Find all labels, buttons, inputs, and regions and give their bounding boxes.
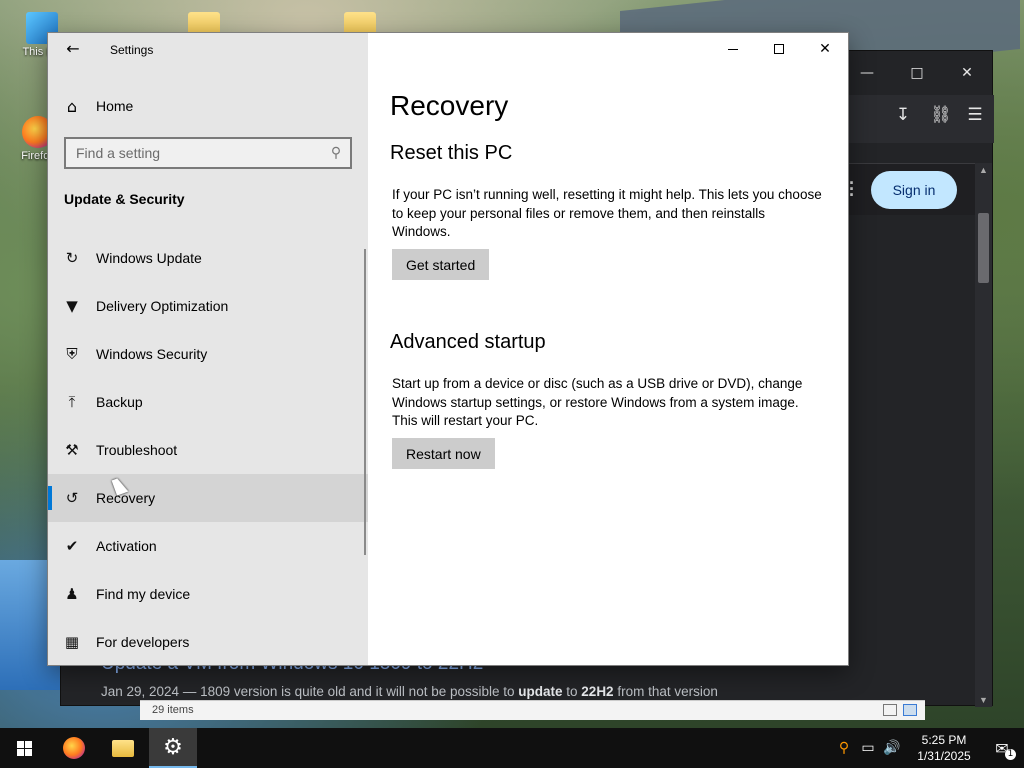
window-title: Settings (110, 43, 154, 57)
menu-icon[interactable]: ☰ (966, 105, 984, 127)
search-input[interactable] (76, 145, 322, 161)
snippet-text: to (562, 684, 582, 699)
settings-content-pane: ✕ Recovery Reset this PC If your PC isn’… (368, 33, 848, 665)
search-key-icon[interactable]: ⚲ (832, 740, 856, 756)
snippet-text: from that version (613, 684, 718, 699)
scroll-up-icon[interactable]: ▲ (975, 165, 992, 175)
maximize-icon (774, 44, 784, 54)
backup-arrow-icon: ⤒ (68, 393, 76, 411)
taskbar-firefox[interactable] (50, 728, 98, 768)
clock-time: 5:25 PM (921, 733, 967, 747)
settings-nav-pane: ← Settings ⌂ Home ⚲ Update & Security ↻ … (48, 33, 368, 665)
reset-pc-description: If your PC isn’t running well, resetting… (392, 187, 822, 239)
page-title: Recovery (390, 90, 509, 121)
notification-badge: 1 (1005, 749, 1016, 760)
sidebar-item-label: Windows Security (96, 346, 208, 362)
sidebar-item-delivery-optimization[interactable]: ▼ Delivery Optimization (48, 282, 368, 330)
gear-icon: ⚙ (163, 734, 183, 760)
network-icon[interactable]: ▭ (856, 740, 880, 756)
snippet-bold: update (518, 684, 563, 699)
person-pin-icon: ♟ (65, 585, 79, 603)
sign-in-button[interactable]: Sign in (871, 171, 957, 209)
refresh-icon: ↻ (65, 249, 79, 267)
sidebar-item-label: Delivery Optimization (96, 298, 229, 314)
advanced-startup-heading: Advanced startup (390, 331, 546, 353)
advanced-startup-description: Start up from a device or disc (such as … (392, 376, 803, 428)
more-options-icon[interactable]: · · · (849, 174, 857, 204)
sidebar-item-label: Activation (96, 538, 157, 554)
browser-scrollbar[interactable]: ▲ ▼ (975, 163, 992, 707)
sidebar-item-find-my-device[interactable]: ♟ Find my device (48, 570, 368, 618)
sidebar-item-label: For developers (96, 634, 190, 650)
maximize-button[interactable] (756, 33, 802, 65)
large-icons-view-icon[interactable] (903, 704, 917, 716)
find-setting-search[interactable]: ⚲ (64, 137, 352, 169)
taskbar: ⚙ ⚲ ▭ 🔊 5:25 PM 1/31/2025 ✉ 1 (0, 728, 1024, 768)
extensions-icon[interactable]: ⛓ (930, 105, 952, 127)
wrench-icon: ⚒ (65, 441, 79, 459)
nav-home[interactable]: ⌂ Home (48, 86, 368, 126)
firefox-icon (63, 737, 85, 759)
back-arrow-icon[interactable]: ← (62, 38, 84, 60)
explorer-status-bar: 29 items (140, 700, 925, 720)
get-started-button[interactable]: Get started (392, 249, 490, 280)
sidebar-item-activation[interactable]: ✔ Activation (48, 522, 368, 570)
snippet-bold: 22H2 (581, 684, 614, 699)
minimize-icon[interactable]: — (842, 51, 892, 95)
settings-window-controls: ✕ (710, 33, 848, 65)
close-icon: ✕ (819, 41, 831, 57)
nav-home-label: Home (96, 98, 134, 114)
volume-icon[interactable]: 🔊 (880, 740, 904, 756)
check-circle-icon: ✔ (65, 537, 79, 555)
sidebar-item-label: Troubleshoot (96, 442, 178, 458)
sidebar-item-label: Find my device (96, 586, 191, 602)
search-result-snippet: Jan 29, 2024 — 1809 version is quite old… (101, 684, 718, 699)
reset-pc-heading: Reset this PC (390, 142, 513, 164)
taskbar-file-explorer[interactable] (99, 728, 147, 768)
sidebar-item-for-developers[interactable]: ▦ For developers (48, 618, 368, 665)
folder-icon (112, 739, 134, 757)
nav-list: ↻ Windows Update ▼ Delivery Optimization… (48, 234, 368, 665)
nav-scrollbar[interactable] (364, 249, 366, 555)
item-count: 29 items (152, 704, 194, 716)
system-tray: ⚲ ▭ 🔊 5:25 PM 1/31/2025 ✉ 1 (832, 728, 1024, 768)
taskbar-settings[interactable]: ⚙ (149, 728, 197, 768)
home-icon: ⌂ (66, 96, 78, 116)
history-icon: ↺ (65, 489, 79, 507)
clock[interactable]: 5:25 PM 1/31/2025 (908, 732, 980, 764)
sidebar-item-troubleshoot[interactable]: ⚒ Troubleshoot (48, 426, 368, 474)
sidebar-item-windows-security[interactable]: ⛨ Windows Security (48, 330, 368, 378)
close-icon[interactable]: ✕ (942, 51, 992, 95)
sidebar-item-label: Windows Update (96, 250, 202, 266)
snippet-text: Jan 29, 2024 — 1809 version is quite old… (101, 684, 519, 699)
section-title: Update & Security (64, 191, 185, 207)
clock-date: 1/31/2025 (917, 749, 971, 763)
search-icon: ⚲ (330, 145, 342, 161)
maximize-icon[interactable]: □ (892, 51, 942, 95)
scrollbar-thumb[interactable] (978, 213, 989, 283)
sidebar-item-label: Backup (96, 394, 143, 410)
start-button[interactable] (0, 728, 48, 768)
sidebar-item-backup[interactable]: ⤒ Backup (48, 378, 368, 426)
close-button[interactable]: ✕ (802, 33, 848, 65)
scroll-down-icon[interactable]: ▼ (975, 695, 992, 705)
download-icon[interactable]: ↧ (894, 105, 912, 127)
settings-window: ← Settings ⌂ Home ⚲ Update & Security ↻ … (48, 33, 848, 665)
windows-logo-icon (16, 740, 32, 756)
minimize-icon (728, 48, 738, 50)
details-view-icon[interactable] (883, 704, 897, 716)
developer-icon: ▦ (64, 633, 80, 651)
delivery-icon: ▼ (66, 297, 78, 315)
restart-now-button[interactable]: Restart now (392, 438, 495, 469)
sidebar-item-windows-update[interactable]: ↻ Windows Update (48, 234, 368, 282)
sidebar-item-recovery[interactable]: ↺ Recovery (48, 474, 368, 522)
shield-icon: ⛨ (66, 345, 78, 363)
action-center-button[interactable]: ✉ 1 (980, 728, 1024, 768)
browser-window-controls: — □ ✕ (842, 51, 992, 95)
minimize-button[interactable] (710, 33, 756, 65)
